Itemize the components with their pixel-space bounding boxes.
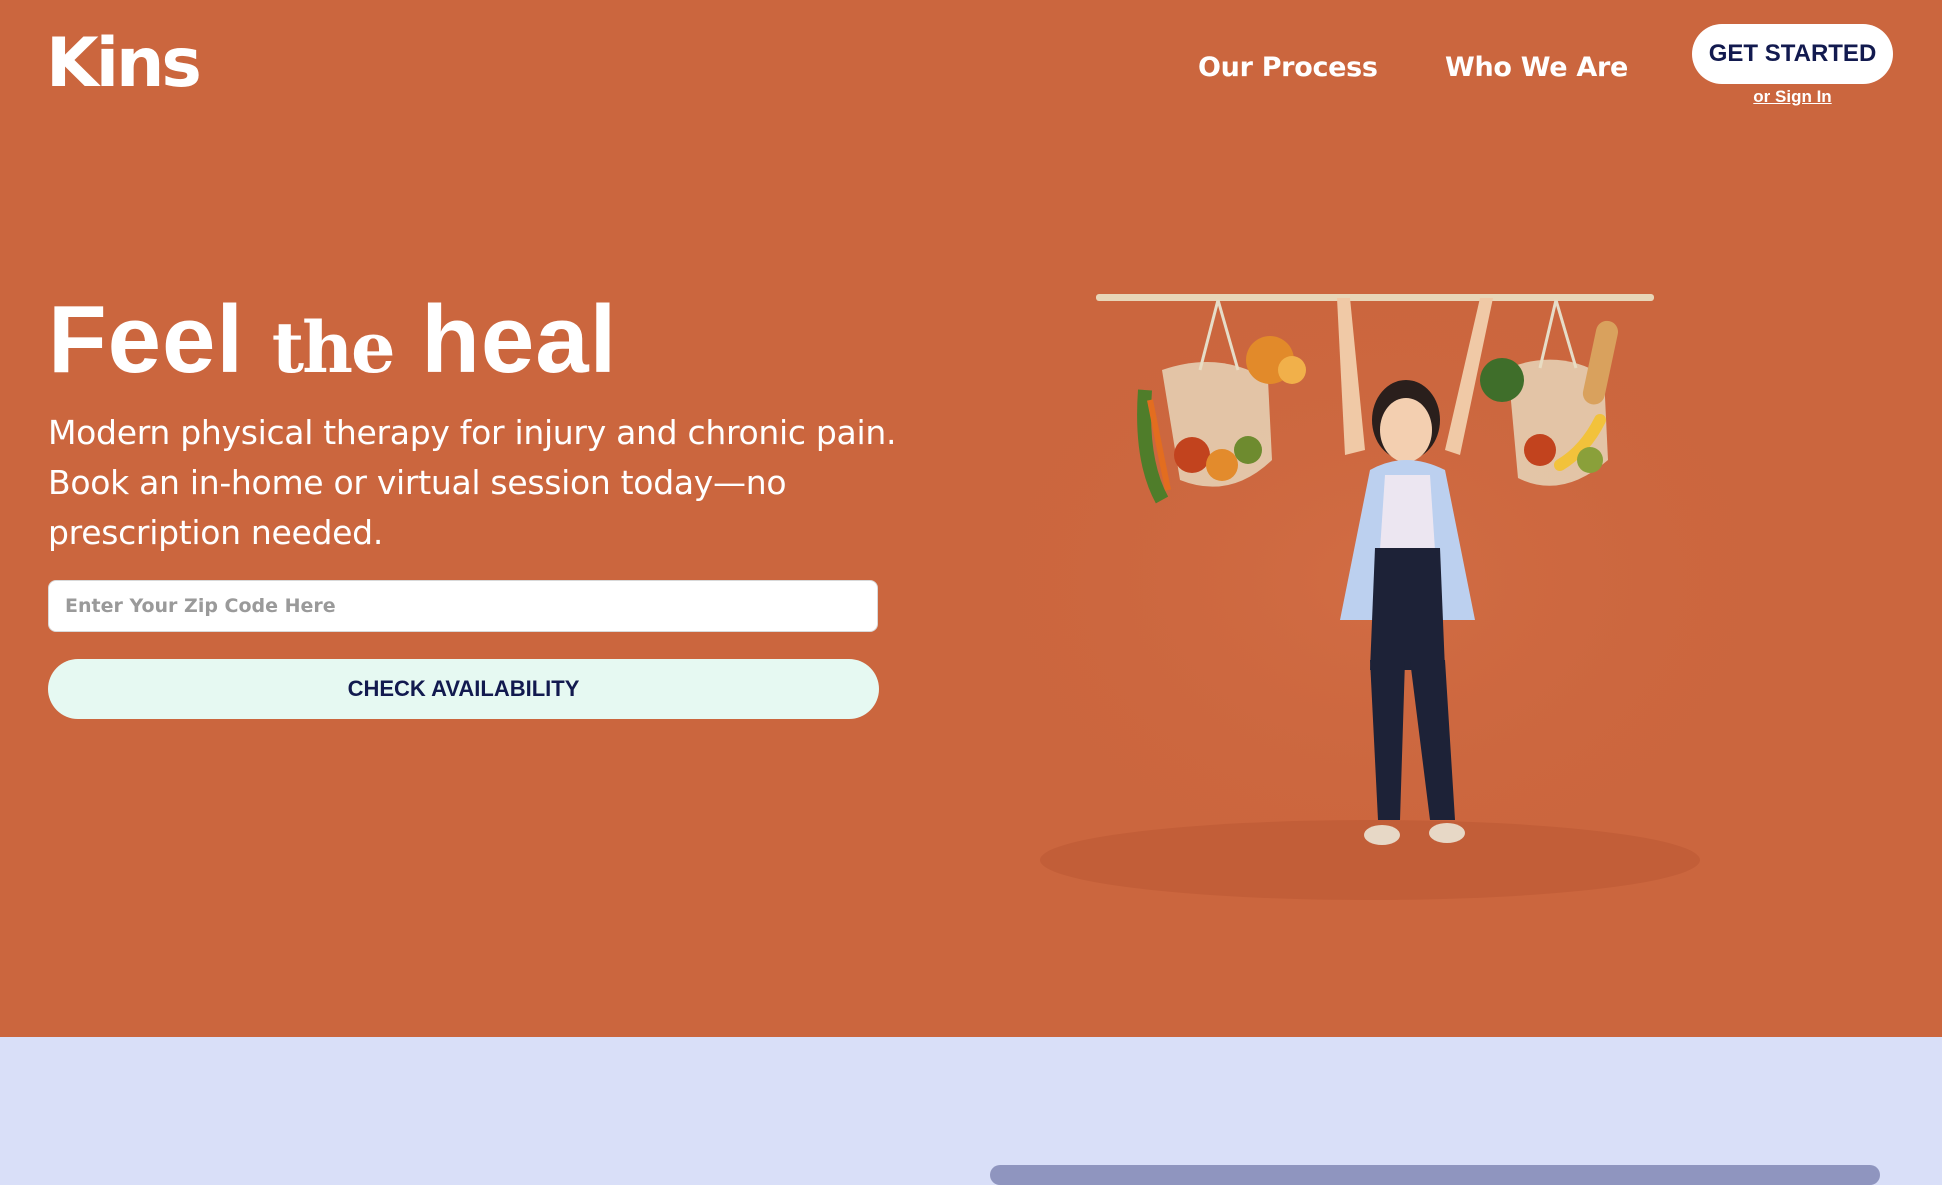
lower-card-edge: [990, 1165, 1880, 1185]
check-availability-button[interactable]: CHECK AVAILABILITY: [48, 659, 879, 719]
hero-person-image: [920, 250, 1840, 910]
get-started-button[interactable]: GET STARTED: [1692, 24, 1893, 84]
kins-logo[interactable]: Kins: [46, 30, 202, 98]
headline-feel: Feel: [48, 286, 272, 393]
sign-in-link[interactable]: or Sign In: [1692, 86, 1893, 108]
hero-subtext: Modern physical therapy for injury and c…: [48, 413, 897, 552]
headline-heal: heal: [393, 286, 618, 393]
nav-our-process[interactable]: Our Process: [1198, 50, 1378, 86]
zip-code-input[interactable]: [48, 580, 878, 632]
nav-who-we-are[interactable]: Who We Are: [1445, 50, 1628, 86]
hero-headline: Feel the heal: [48, 290, 617, 398]
lower-section: [0, 1037, 1942, 1170]
hero-section: Kins Our Process Who We Are GET STARTED …: [0, 0, 1942, 1037]
headline-the: the: [271, 306, 396, 389]
